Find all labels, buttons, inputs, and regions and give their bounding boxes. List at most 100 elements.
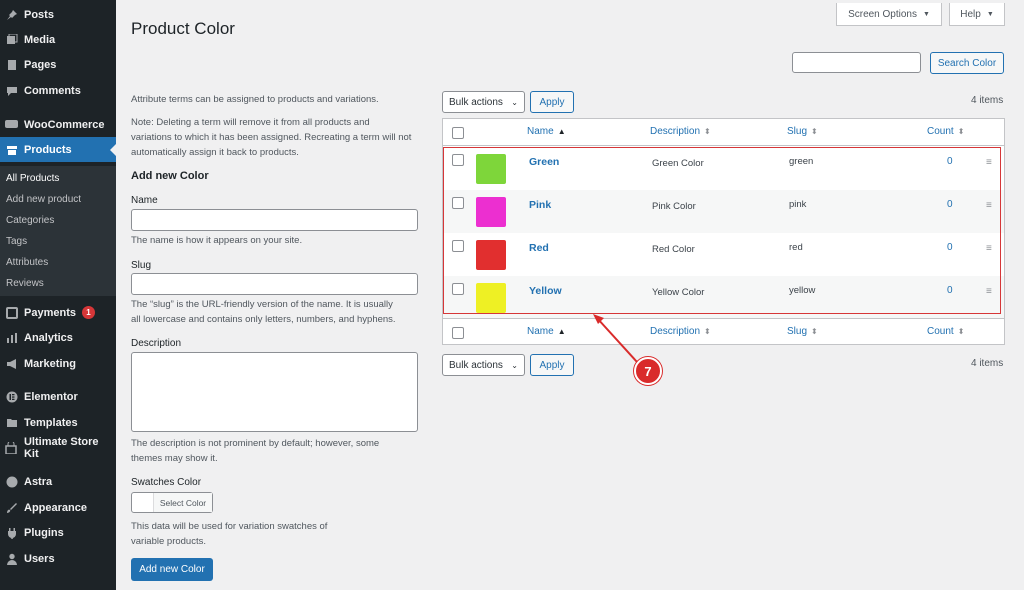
name-field[interactable] — [131, 209, 418, 231]
color-swatch — [476, 240, 506, 270]
submenu-tags[interactable]: Tags — [6, 236, 27, 247]
help-button[interactable]: Help ▼ — [949, 3, 1005, 26]
name-help: The name is how it appears on your site. — [131, 235, 303, 246]
column-description-footer[interactable]: Description ⬍ — [650, 326, 711, 337]
menu-label: Plugins — [24, 526, 64, 539]
term-name-link[interactable]: Green — [529, 156, 559, 168]
column-slug-footer[interactable]: Slug ⬍ — [787, 326, 818, 337]
add-new-color-button[interactable]: Add new Color — [131, 558, 213, 581]
column-description-header[interactable]: Description ⬍ — [650, 126, 711, 137]
term-count-link[interactable]: 0 — [947, 199, 953, 210]
menu-users[interactable]: Users — [0, 546, 116, 571]
user-icon — [5, 552, 18, 565]
menu-payments[interactable]: Payments 1 — [0, 300, 116, 325]
menu-label: Posts — [24, 8, 54, 21]
menu-pages[interactable]: Pages — [0, 52, 116, 77]
swatches-help-line: This data will be used for variation swa… — [131, 521, 328, 532]
column-count-header[interactable]: Count ⬍ — [927, 126, 964, 137]
term-name-link[interactable]: Yellow — [529, 285, 562, 297]
term-slug: red — [789, 242, 803, 253]
menu-products[interactable]: Products — [0, 137, 116, 162]
term-slug: pink — [789, 199, 807, 210]
row-checkbox[interactable] — [452, 283, 464, 295]
menu-label: Elementor — [24, 390, 78, 403]
row-checkbox[interactable] — [452, 154, 464, 166]
menu-astra[interactable]: Astra — [0, 469, 116, 494]
menu-woocommerce[interactable]: WooCommerce — [0, 112, 116, 137]
term-description: Pink Color — [652, 201, 696, 212]
submenu-categories[interactable]: Categories — [6, 215, 54, 226]
row-checkbox[interactable] — [452, 197, 464, 209]
apply-button-bottom[interactable]: Apply — [530, 354, 574, 376]
menu-appearance[interactable]: Appearance — [0, 495, 116, 520]
submenu-attributes[interactable]: Attributes — [6, 257, 48, 268]
submenu-all-products[interactable]: All Products — [6, 173, 59, 184]
swatch-color-picker[interactable]: Select Color — [131, 492, 213, 513]
menu-marketing[interactable]: Marketing — [0, 351, 116, 376]
column-label: Count — [927, 126, 954, 137]
drag-handle-icon[interactable]: ≡ — [986, 200, 992, 211]
color-preview — [132, 493, 154, 512]
menu-label: Users — [24, 552, 55, 565]
chevron-down-icon: ⌄ — [511, 360, 518, 370]
submenu-add-new-product[interactable]: Add new product — [6, 194, 81, 205]
sort-icon: ⬍ — [811, 127, 818, 136]
menu-label: Products — [24, 143, 72, 156]
apply-button-top[interactable]: Apply — [530, 91, 574, 113]
select-all-checkbox[interactable] — [452, 327, 464, 339]
column-name-header[interactable]: Name ▲ — [527, 126, 566, 137]
select-all-checkbox[interactable] — [452, 127, 464, 139]
screen-options-button[interactable]: Screen Options ▼ — [836, 3, 942, 26]
menu-ultimate-store-kit[interactable]: Ultimate Store Kit — [0, 435, 116, 460]
menu-media[interactable]: Media — [0, 27, 116, 52]
folder-icon — [5, 416, 18, 429]
menu-analytics[interactable]: Analytics — [0, 325, 116, 350]
bulk-actions-select-top[interactable]: Bulk actions ⌄ — [442, 91, 525, 113]
bulk-actions-select-bottom[interactable]: Bulk actions ⌄ — [442, 354, 525, 376]
menu-comments[interactable]: Comments — [0, 78, 116, 103]
table-row: Red Red Color red 0 ≡ — [443, 233, 1004, 276]
column-label: Description — [650, 126, 701, 137]
comment-icon — [5, 84, 18, 97]
drag-handle-icon[interactable]: ≡ — [986, 286, 992, 297]
slug-help: The “slug” is the URL-friendly version o… — [131, 297, 396, 327]
column-slug-header[interactable]: Slug ⬍ — [787, 126, 818, 137]
payments-icon — [5, 306, 18, 319]
megaphone-icon — [5, 357, 18, 370]
term-description: Green Color — [652, 158, 704, 169]
note-line: Note: Deleting a term will remove it fro… — [131, 117, 370, 128]
term-name-link[interactable]: Pink — [529, 199, 551, 211]
screen-options-label: Screen Options — [848, 8, 917, 20]
term-count-link[interactable]: 0 — [947, 285, 953, 296]
search-color-button[interactable]: Search Color — [930, 52, 1004, 74]
row-checkbox[interactable] — [452, 240, 464, 252]
term-count-link[interactable]: 0 — [947, 242, 953, 253]
submenu-reviews[interactable]: Reviews — [6, 278, 44, 289]
menu-posts[interactable]: Posts — [0, 2, 116, 27]
chart-icon — [5, 331, 18, 344]
slug-field[interactable] — [131, 273, 418, 295]
menu-templates[interactable]: Templates — [0, 410, 116, 435]
plugin-icon — [5, 526, 18, 539]
term-name-link[interactable]: Red — [529, 242, 549, 254]
menu-elementor[interactable]: Elementor — [0, 384, 116, 409]
column-count-footer[interactable]: Count ⬍ — [927, 326, 964, 337]
term-count-link[interactable]: 0 — [947, 156, 953, 167]
drag-handle-icon[interactable]: ≡ — [986, 157, 992, 168]
description-field[interactable] — [131, 352, 418, 432]
menu-plugins[interactable]: Plugins — [0, 520, 116, 545]
brush-icon — [5, 501, 18, 514]
menu-label: Analytics — [24, 331, 73, 344]
column-label: Slug — [787, 326, 808, 337]
notification-badge: 1 — [81, 306, 95, 319]
step-number-badge: 7 — [634, 357, 662, 385]
search-input[interactable] — [792, 52, 921, 73]
archive-icon — [5, 143, 18, 156]
bulk-actions-label: Bulk actions — [449, 96, 503, 108]
pages-icon — [5, 58, 18, 71]
column-name-footer[interactable]: Name ▲ — [527, 326, 566, 337]
store-icon — [5, 441, 18, 454]
drag-handle-icon[interactable]: ≡ — [986, 243, 992, 254]
note-line: automatically assign it back to products… — [131, 147, 299, 158]
caret-down-icon: ▼ — [986, 10, 994, 18]
